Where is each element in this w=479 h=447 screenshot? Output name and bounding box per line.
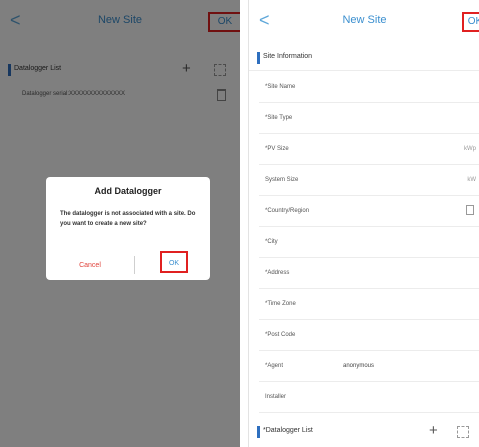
field-label: *Agent xyxy=(265,363,284,369)
add-datalogger-dialog: Add Datalogger The datalogger is not ass… xyxy=(46,177,210,280)
field-unit: kWp xyxy=(464,146,476,152)
dialog-title: Add Datalogger xyxy=(94,186,162,196)
field-pv-size[interactable]: *PV Size kWp xyxy=(259,133,479,165)
field-city[interactable]: *City xyxy=(259,226,479,258)
field-label: *Country/Region xyxy=(265,208,310,214)
field-installer[interactable]: Installer xyxy=(259,381,479,413)
field-unit: kW xyxy=(467,177,476,183)
datalogger-list-section: *Datalogger List + xyxy=(249,420,479,444)
section-bar xyxy=(257,52,260,64)
field-country-region[interactable]: *Country/Region xyxy=(259,195,479,227)
field-label: *Post Code xyxy=(265,332,296,338)
field-agent[interactable]: *Agent anonymous xyxy=(259,350,479,382)
field-time-zone[interactable]: *Time Zone xyxy=(259,288,479,320)
add-icon[interactable]: + xyxy=(429,423,438,438)
ok-button[interactable]: OK xyxy=(462,12,479,32)
section-bar xyxy=(257,426,260,438)
field-address[interactable]: *Address xyxy=(259,257,479,289)
field-label: *Time Zone xyxy=(265,301,296,307)
section-label: Site Information xyxy=(263,53,313,60)
field-label: System Size xyxy=(265,177,299,183)
document-icon[interactable] xyxy=(466,205,474,215)
right-screen: < New Site OK Site Information *Site Nam… xyxy=(248,0,479,447)
page-title: New Site xyxy=(342,14,387,26)
field-label: *Site Type xyxy=(265,115,293,121)
field-label: *PV Size xyxy=(265,146,289,152)
dialog-message: The datalogger is not associated with a … xyxy=(60,211,196,227)
field-system-size[interactable]: System Size kW xyxy=(259,164,479,196)
field-value[interactable]: anonymous xyxy=(343,363,374,369)
site-information-section: Site Information xyxy=(249,46,479,71)
field-site-type[interactable]: *Site Type xyxy=(259,102,479,134)
field-site-name[interactable]: *Site Name xyxy=(259,71,479,103)
field-label: *Address xyxy=(265,270,290,276)
field-label: *Site Name xyxy=(265,84,296,90)
dialog-ok-button[interactable]: OK xyxy=(160,251,188,273)
section-label: *Datalogger List xyxy=(263,427,313,434)
cancel-button[interactable]: Cancel xyxy=(68,262,112,269)
header-bar: < New Site OK xyxy=(249,0,479,42)
field-label: Installer xyxy=(265,394,287,400)
button-divider xyxy=(134,256,135,274)
field-post-code[interactable]: *Post Code xyxy=(259,319,479,351)
scan-icon[interactable] xyxy=(457,426,469,438)
field-label: *City xyxy=(265,239,278,245)
left-screen: < New Site OK Datalogger List + Datalogg… xyxy=(0,0,240,447)
